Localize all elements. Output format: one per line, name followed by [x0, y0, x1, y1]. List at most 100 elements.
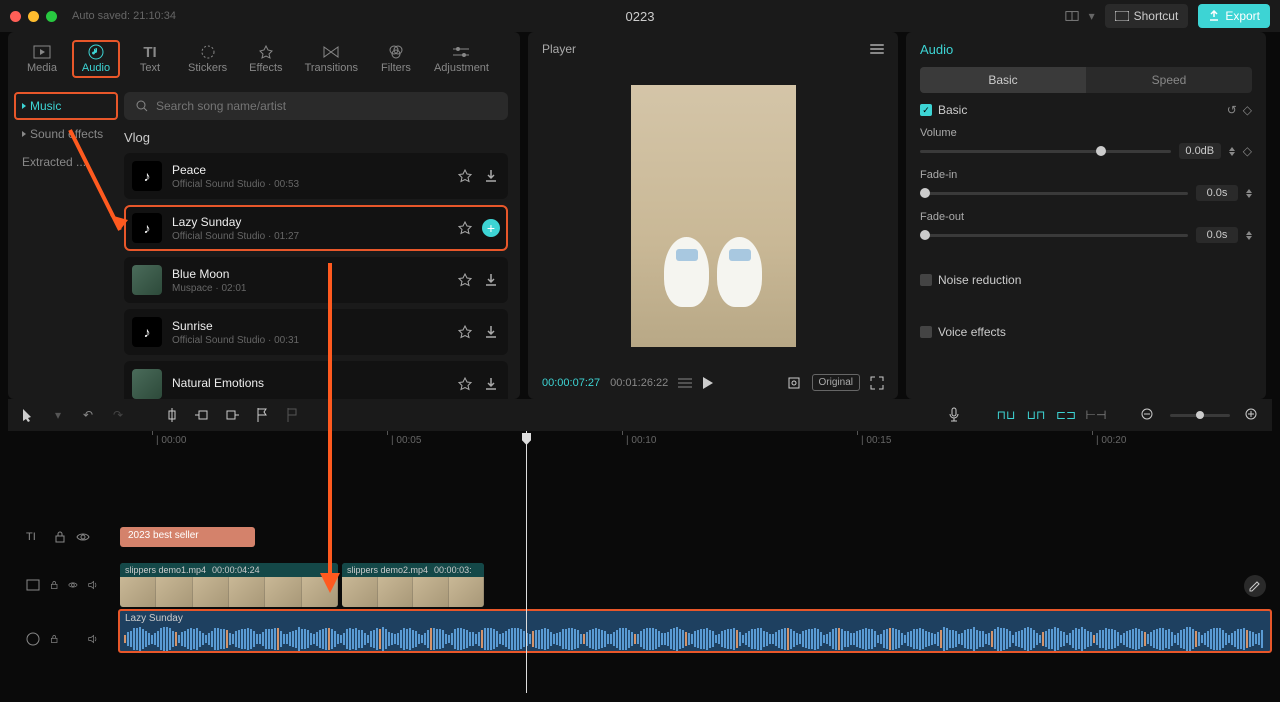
- autosave-status: Auto saved: 21:10:34: [72, 10, 176, 22]
- redo-icon: ↷: [110, 407, 126, 423]
- song-item[interactable]: ♪PeaceOfficial Sound Studio · 00:53: [124, 153, 508, 199]
- song-item[interactable]: ♪SunriseOfficial Sound Studio · 00:31: [124, 309, 508, 355]
- traffic-lights: [10, 11, 57, 22]
- properties-panel: Audio Basic Speed ✓ Basic ↺ ◇ Volume 0.0…: [906, 32, 1266, 399]
- time-ruler[interactable]: | 00:00 | 00:05 | 00:10 | 00:15 | 00:20: [116, 431, 1272, 453]
- playhead[interactable]: [526, 431, 527, 693]
- list-icon[interactable]: [678, 377, 692, 389]
- close-icon[interactable]: [10, 11, 21, 22]
- zoom-slider[interactable]: [1170, 414, 1230, 417]
- fadein-slider[interactable]: [920, 192, 1188, 195]
- eye-icon[interactable]: [76, 532, 90, 542]
- seg-basic[interactable]: Basic: [920, 67, 1086, 93]
- volume-slider[interactable]: [920, 150, 1171, 153]
- favorite-icon[interactable]: [456, 375, 474, 393]
- delete-right-icon[interactable]: [224, 407, 240, 423]
- mic-icon[interactable]: [946, 407, 962, 423]
- song-item[interactable]: ♪Lazy SundayOfficial Sound Studio · 01:2…: [124, 205, 508, 251]
- favorite-icon[interactable]: [456, 271, 474, 289]
- fadein-value[interactable]: 0.0s: [1196, 185, 1238, 201]
- tab-media[interactable]: Media: [18, 40, 66, 78]
- align-icon[interactable]: ⊢⊣: [1088, 407, 1104, 423]
- pointer-icon[interactable]: [20, 407, 36, 423]
- sidenav-sound-effects[interactable]: Sound effects: [14, 120, 118, 148]
- sidenav-extracted[interactable]: Extracted ...: [14, 148, 118, 176]
- titlebar: Auto saved: 21:10:34 0223 ▾ Shortcut Exp…: [0, 0, 1280, 32]
- fadeout-slider[interactable]: [920, 234, 1188, 237]
- maximize-icon[interactable]: [46, 11, 57, 22]
- eye-icon[interactable]: [68, 580, 78, 590]
- audio-clip[interactable]: Lazy Sunday: [118, 609, 1272, 653]
- magnet-icon[interactable]: ⊔⊓: [1028, 407, 1044, 423]
- seg-speed[interactable]: Speed: [1086, 67, 1252, 93]
- download-icon[interactable]: [482, 323, 500, 341]
- tab-transitions[interactable]: Transitions: [297, 40, 366, 78]
- audio-seg: Basic Speed: [920, 67, 1252, 93]
- tiktok-icon: ♪: [132, 317, 162, 347]
- audio-track-head: [8, 609, 116, 669]
- crop-icon[interactable]: [786, 375, 802, 391]
- fadeout-value[interactable]: 0.0s: [1196, 227, 1238, 243]
- panel-title: Audio: [920, 42, 1252, 57]
- link-icon[interactable]: ⊏⊐: [1058, 407, 1074, 423]
- tab-audio[interactable]: Audio: [72, 40, 120, 78]
- shortcut-button[interactable]: Shortcut: [1105, 4, 1189, 28]
- speaker-icon[interactable]: [88, 579, 98, 591]
- add-song-button[interactable]: +: [482, 219, 500, 237]
- download-icon[interactable]: [482, 271, 500, 289]
- text-clip[interactable]: 2023 best seller: [120, 527, 255, 547]
- fadeout-stepper[interactable]: [1246, 231, 1252, 240]
- player-menu-icon[interactable]: [870, 44, 884, 54]
- audio-track[interactable]: Lazy Sunday: [116, 609, 1272, 669]
- undo-icon[interactable]: ↶: [80, 407, 96, 423]
- tab-adjustment[interactable]: Adjustment: [426, 40, 497, 78]
- sidenav-music[interactable]: Music: [14, 92, 118, 120]
- play-icon[interactable]: [702, 376, 714, 390]
- video-track[interactable]: slippers demo1.mp400:00:04:24 slippers d…: [116, 561, 1272, 609]
- download-icon[interactable]: [482, 375, 500, 393]
- volume-value[interactable]: 0.0dB: [1179, 143, 1221, 159]
- song-item[interactable]: Natural Emotions: [124, 361, 508, 399]
- tab-text[interactable]: TIText: [126, 40, 174, 78]
- volume-stepper[interactable]: [1229, 147, 1235, 156]
- keyframe-icon[interactable]: ◇: [1243, 103, 1252, 117]
- search-input[interactable]: [124, 92, 508, 120]
- minimize-icon[interactable]: [28, 11, 39, 22]
- flag-icon[interactable]: [254, 407, 270, 423]
- preview-canvas[interactable]: [528, 66, 898, 366]
- zoom-out-icon[interactable]: [1140, 407, 1156, 423]
- tab-effects[interactable]: Effects: [241, 40, 290, 78]
- layout-icon[interactable]: [1065, 9, 1079, 23]
- split-icon[interactable]: [164, 407, 180, 423]
- favorite-icon[interactable]: [456, 167, 474, 185]
- zoom-in-icon[interactable]: [1244, 407, 1260, 423]
- magnet-on-icon[interactable]: ⊓⊔: [998, 407, 1014, 423]
- voice-checkbox[interactable]: [920, 326, 932, 338]
- lock-icon[interactable]: [50, 579, 58, 591]
- original-badge[interactable]: Original: [812, 374, 860, 391]
- reset-icon[interactable]: ↺: [1227, 103, 1237, 117]
- chevron-down-icon[interactable]: ▾: [50, 407, 66, 423]
- fullscreen-icon[interactable]: [870, 376, 884, 390]
- download-icon[interactable]: [482, 167, 500, 185]
- delete-left-icon[interactable]: [194, 407, 210, 423]
- basic-checkbox[interactable]: ✓: [920, 104, 932, 116]
- favorite-icon[interactable]: [456, 219, 474, 237]
- fadein-stepper[interactable]: [1246, 189, 1252, 198]
- export-button[interactable]: Export: [1198, 4, 1270, 28]
- edit-clip-icon[interactable]: [1244, 575, 1266, 597]
- volume-keyframe-icon[interactable]: ◇: [1243, 144, 1252, 158]
- tiktok-icon: ♪: [132, 161, 162, 191]
- video-clip-2[interactable]: slippers demo2.mp400:00:03:: [342, 563, 484, 607]
- tab-stickers[interactable]: Stickers: [180, 40, 235, 78]
- lock-icon[interactable]: [54, 531, 66, 543]
- tab-filters[interactable]: Filters: [372, 40, 420, 78]
- speaker-icon[interactable]: [88, 633, 98, 645]
- timeline-toolbar: ▾ ↶ ↷ ⊓⊔ ⊔⊓ ⊏⊐ ⊢⊣: [8, 399, 1272, 431]
- video-clip-1[interactable]: slippers demo1.mp400:00:04:24: [120, 563, 338, 607]
- text-track[interactable]: 2023 best seller: [116, 513, 1272, 561]
- song-item[interactable]: Blue MoonMuspace · 02:01: [124, 257, 508, 303]
- noise-checkbox[interactable]: [920, 274, 932, 286]
- lock-icon[interactable]: [50, 633, 58, 645]
- favorite-icon[interactable]: [456, 323, 474, 341]
